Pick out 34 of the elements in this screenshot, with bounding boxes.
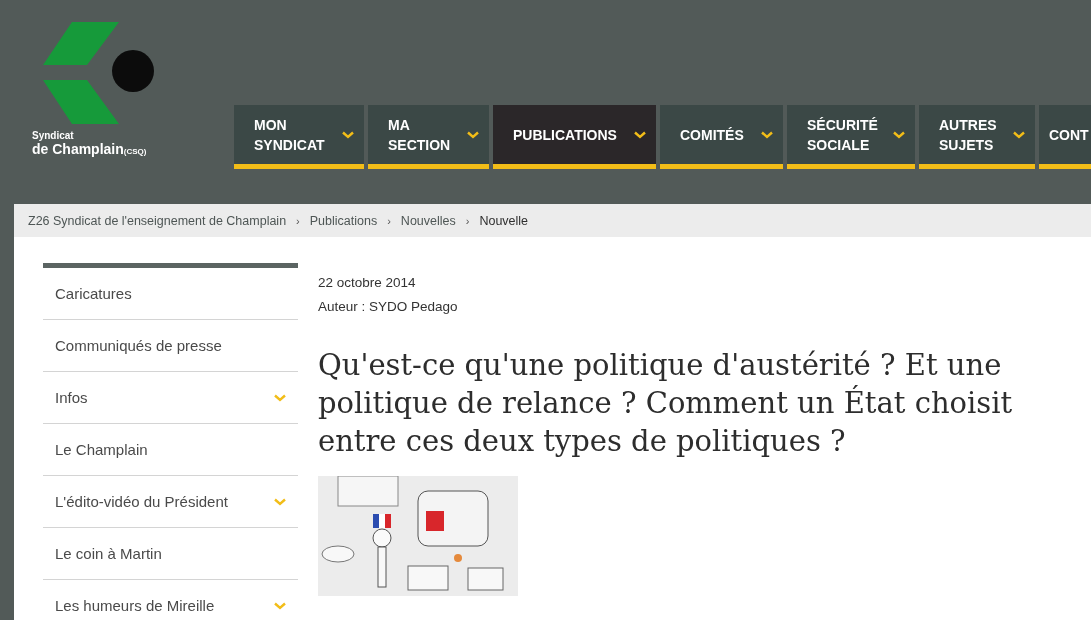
article-date: 22 octobre 2014 — [318, 274, 417, 292]
chevron-down-icon — [893, 130, 905, 139]
nav-tab[interactable]: COMITÉS — [660, 105, 783, 169]
sidebar-item[interactable]: Les humeurs de Mireille — [43, 580, 298, 620]
nav-tab[interactable]: MON SYNDICAT — [234, 105, 364, 169]
article-title: Qu'est-ce qu'une politique d'austérité ? Et une politique de relance ? Comment un État choisit entre ces deux types de politiques ? — [318, 347, 1014, 460]
sidebar-item[interactable]: Caricatures — [43, 268, 298, 320]
nav-tab[interactable]: PUBLICATIONS — [493, 105, 656, 169]
sidebar-item[interactable]: L'édito-vidéo du Président — [43, 476, 298, 528]
nav-tab[interactable]: MA SECTION — [368, 105, 489, 169]
article-author: Auteur : SYDO Pedago — [318, 298, 459, 316]
chevron-down-icon — [342, 130, 354, 139]
breadcrumb-link[interactable]: Nouvelles — [400, 213, 456, 228]
breadcrumb-separator: › — [387, 214, 391, 227]
nav-tab[interactable]: CONT — [1039, 105, 1091, 169]
nav-tab[interactable]: SÉCURITÉ SOCIALE — [787, 105, 915, 169]
chevron-down-icon — [761, 130, 773, 139]
chevron-down-icon — [1013, 130, 1025, 139]
chevron-down-icon — [274, 497, 286, 506]
chevron-down-icon — [634, 130, 646, 139]
sidebar-item[interactable]: Infos — [43, 372, 298, 424]
breadcrumb-link[interactable]: Nouvelle — [479, 213, 529, 228]
chevron-down-icon — [274, 393, 286, 402]
sidebar-item[interactable]: Communiqués de presse — [43, 320, 298, 372]
breadcrumb-link[interactable]: Z26 Syndicat de l'enseignement de Champlain — [28, 213, 287, 228]
sidebar-item[interactable]: Le coin à Martin — [43, 528, 298, 580]
breadcrumb-link[interactable]: Publications — [309, 213, 378, 228]
sidebar-item[interactable]: Le Champlain — [43, 424, 298, 476]
nav-tab[interactable]: AUTRES SUJETS — [919, 105, 1035, 169]
breadcrumb-separator: › — [465, 214, 470, 227]
chevron-down-icon — [274, 601, 286, 610]
breadcrumb-separator: › — [296, 214, 300, 227]
logo-text: Syndicat de Champlain(CSQ) — [32, 130, 148, 157]
chevron-down-icon — [467, 130, 479, 139]
